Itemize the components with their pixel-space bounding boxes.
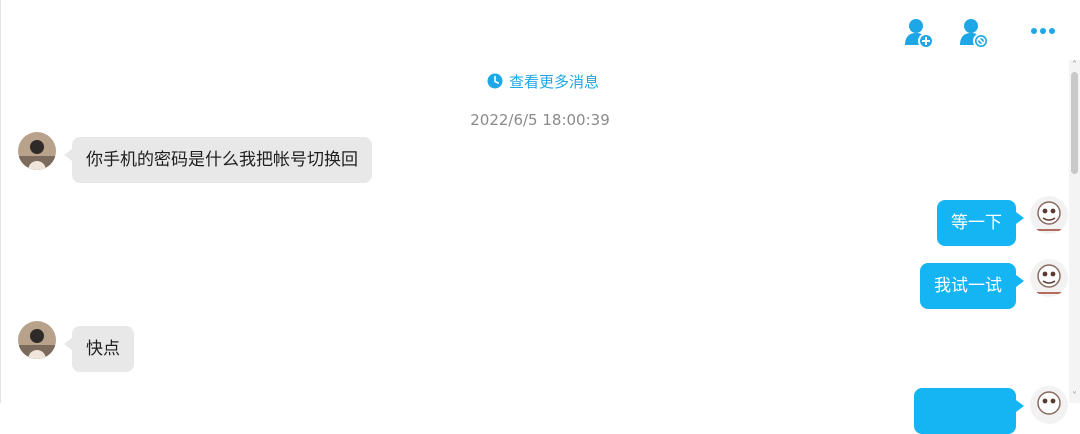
message-bubble-sent: 等一下 (937, 200, 1024, 246)
message-timestamp: 2022/6/5 18:00:39 (470, 111, 610, 129)
contact-avatar[interactable] (18, 132, 56, 170)
block-contact-icon[interactable] (957, 16, 991, 50)
chat-toolbar (900, 16, 1080, 50)
message-bubble-received: 你手机的密码是什么我把帐号切换回 (64, 137, 372, 183)
scroll-down-arrow[interactable]: ˅ (1069, 391, 1080, 403)
scroll-thumb[interactable] (1071, 72, 1078, 174)
message-bubble-received: 快点 (64, 326, 134, 372)
my-avatar[interactable] (1030, 386, 1068, 424)
my-avatar[interactable] (1030, 259, 1068, 297)
contact-avatar[interactable] (18, 321, 56, 359)
chat-scrollbar[interactable]: ˄ ˅ (1069, 60, 1080, 403)
add-contact-icon[interactable] (902, 16, 936, 50)
load-more-messages-link[interactable]: 查看更多消息 (487, 70, 599, 92)
scroll-up-arrow[interactable]: ˄ (1069, 60, 1080, 72)
clock-icon (487, 73, 503, 89)
my-avatar[interactable] (1030, 196, 1068, 234)
more-icon[interactable] (1026, 16, 1060, 50)
message-bubble-sent (914, 388, 1024, 434)
message-bubble-sent: 我试一试 (920, 263, 1024, 309)
left-divider (0, 0, 1, 403)
load-more-label: 查看更多消息 (509, 72, 600, 91)
